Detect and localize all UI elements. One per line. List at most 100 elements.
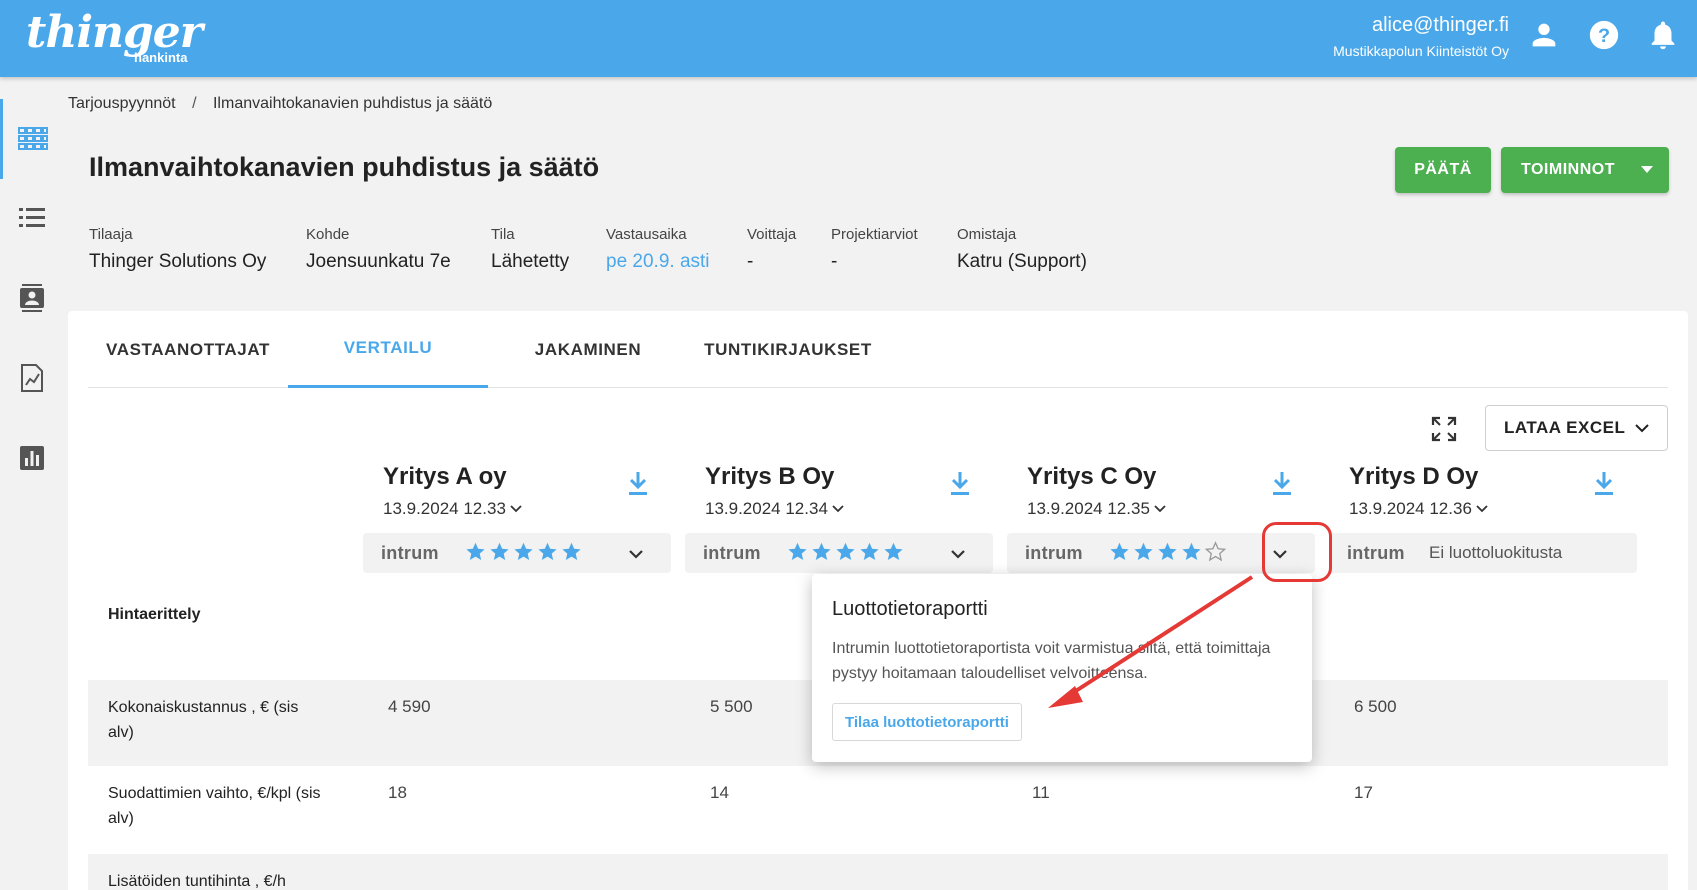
company-date: 13.9.2024 12.35 [1027,499,1150,518]
star-icon [538,542,557,560]
download-excel-label: LATAA EXCEL [1504,418,1626,437]
table-cell: 5 500 [710,697,753,716]
star-icon [812,542,831,560]
meta-value-deadline-link[interactable]: pe 20.9. asti [606,251,710,273]
company-date: 13.9.2024 12.34 [705,499,828,518]
sidebar-item-contacts[interactable] [0,258,63,338]
table-cell: 18 [388,783,407,802]
meta-customer: Tilaaja Thinger Solutions Oy [89,226,266,273]
rating-stars [1109,541,1226,562]
fullscreen-icon[interactable] [1430,415,1458,443]
tab-time-entries[interactable]: TUNTIKIRJAUKSET [688,311,888,388]
sidebar-item-statistics[interactable] [0,418,63,498]
table-cell: 6 500 [1354,697,1397,716]
star-icon [514,542,533,560]
meta-label: Omistaja [957,226,1017,243]
breadcrumb-link-tenders[interactable]: Tarjouspyynnöt [68,95,176,112]
actions-button[interactable]: TOIMINNOT [1501,147,1669,193]
tab-bar: VASTAANOTTAJAT VERTAILU JAKAMINEN TUNTIK… [88,311,1668,388]
download-excel-button[interactable]: LATAA EXCEL [1485,405,1668,451]
company-date-selector[interactable]: 13.9.2024 12.36 [1349,499,1488,519]
meta-label: Tila [491,226,515,243]
chevron-down-icon [1154,505,1166,513]
sidebar-item-list[interactable] [0,178,63,258]
meta-label: Voittaja [747,226,797,243]
credit-report-popover: Luottotietoraportti Intrumin luottotieto… [812,574,1312,762]
table-row: Suodattimien vaihto, €/kpl (sis alv) 18 … [88,766,1668,852]
no-credit-rating-text: Ei luottoluokitusta [1429,543,1563,562]
star-icon [1158,542,1177,560]
download-icon[interactable] [948,469,972,497]
star-icon [860,542,879,560]
chevron-down-icon[interactable] [625,543,647,565]
bell-icon[interactable] [1646,18,1680,52]
intrum-logo: intrum [1025,543,1083,563]
download-icon[interactable] [1592,469,1616,497]
chart-icon [19,446,44,470]
row-label: Lisätöiden tuntihinta , €/h [108,873,286,890]
tab-comparison[interactable]: VERTAILU [288,311,488,388]
company-date-selector[interactable]: 13.9.2024 12.35 [1027,499,1166,519]
credit-rating-bar: intrum [363,533,671,573]
chevron-down-icon [510,505,522,513]
meta-value: - [747,251,754,272]
company-column-b: Yritys B Oy 13.9.2024 12.34 intrum [685,463,995,573]
report-icon [20,364,43,392]
star-icon [884,542,903,560]
star-icon [1182,542,1201,560]
meta-value: Joensuunkatu 7e [306,251,451,272]
breadcrumb-separator: / [192,95,197,112]
tab-sharing[interactable]: JAKAMINEN [488,311,688,388]
intrum-logo: intrum [1347,543,1405,563]
row-label: Kokonaiskustannus , € (sis alv) [108,699,299,741]
chevron-down-icon [832,505,844,513]
chevron-down-icon [1635,424,1649,433]
table-cell: 14 [710,783,729,802]
meta-owner: Omistaja Katru (Support) [957,226,1087,273]
user-info[interactable]: alice@thinger.fi Mustikkapolun Kiinteist… [1333,14,1509,59]
breadcrumb: Tarjouspyynnöt / Ilmanvaihtokanavien puh… [68,95,492,113]
meta-winner: Voittaja - [747,226,796,273]
table-cell: 4 590 [388,697,431,716]
table-row: Lisätöiden tuntihinta , €/h [88,854,1668,890]
table-cell: 17 [1354,783,1373,802]
company-date: 13.9.2024 12.36 [1349,499,1472,518]
tender-header: Ilmanvaihtokanavien puhdistus ja säätö P… [68,127,1688,312]
intrum-logo: intrum [703,543,761,563]
sidebar-item-tenders[interactable] [0,99,63,179]
company-date-selector[interactable]: 13.9.2024 12.33 [383,499,522,519]
star-icon [788,542,807,560]
meta-value: Katru (Support) [957,251,1087,272]
meta-label: Kohde [306,226,350,243]
star-icon [562,542,581,560]
order-credit-report-button[interactable]: Tilaa luottotietoraportti [832,703,1022,741]
sidebar [0,77,63,890]
download-icon[interactable] [626,469,650,497]
user-email: alice@thinger.fi [1371,14,1509,36]
user-icon[interactable] [1527,18,1561,52]
caret-down-icon [1641,166,1653,173]
breadcrumb-current: Ilmanvaihtokanavien puhdistus ja säätö [212,95,493,112]
star-icon [836,542,855,560]
star-icon [1110,542,1129,560]
tab-recipients[interactable]: VASTAANOTTAJAT [88,311,288,388]
meta-label: Projektiarviot [831,226,918,243]
popover-title: Luottotietoraportti [832,598,988,620]
meta-label: Tilaaja [89,226,133,243]
credit-rating-bar: intrum Ei luottoluokitusta [1329,533,1637,573]
sidebar-item-reports[interactable] [0,338,63,418]
company-column-a: Yritys A oy 13.9.2024 12.33 intrum [363,463,673,573]
logo[interactable]: thinger hankinta [26,8,203,66]
company-date-selector[interactable]: 13.9.2024 12.34 [705,499,844,519]
decide-button[interactable]: PÄÄTÄ [1395,147,1491,193]
download-icon[interactable] [1270,469,1294,497]
star-icon [1134,542,1153,560]
meta-value: Thinger Solutions Oy [89,251,267,272]
chevron-down-icon[interactable] [947,543,969,565]
svg-text:?: ? [1598,25,1610,47]
meta-project-estimates: Projektiarviot - [831,226,918,273]
star-icon [466,542,485,560]
company-date: 13.9.2024 12.33 [383,499,506,518]
company-name: Yritys C Oy [1027,463,1157,490]
help-icon[interactable]: ? [1587,18,1621,52]
